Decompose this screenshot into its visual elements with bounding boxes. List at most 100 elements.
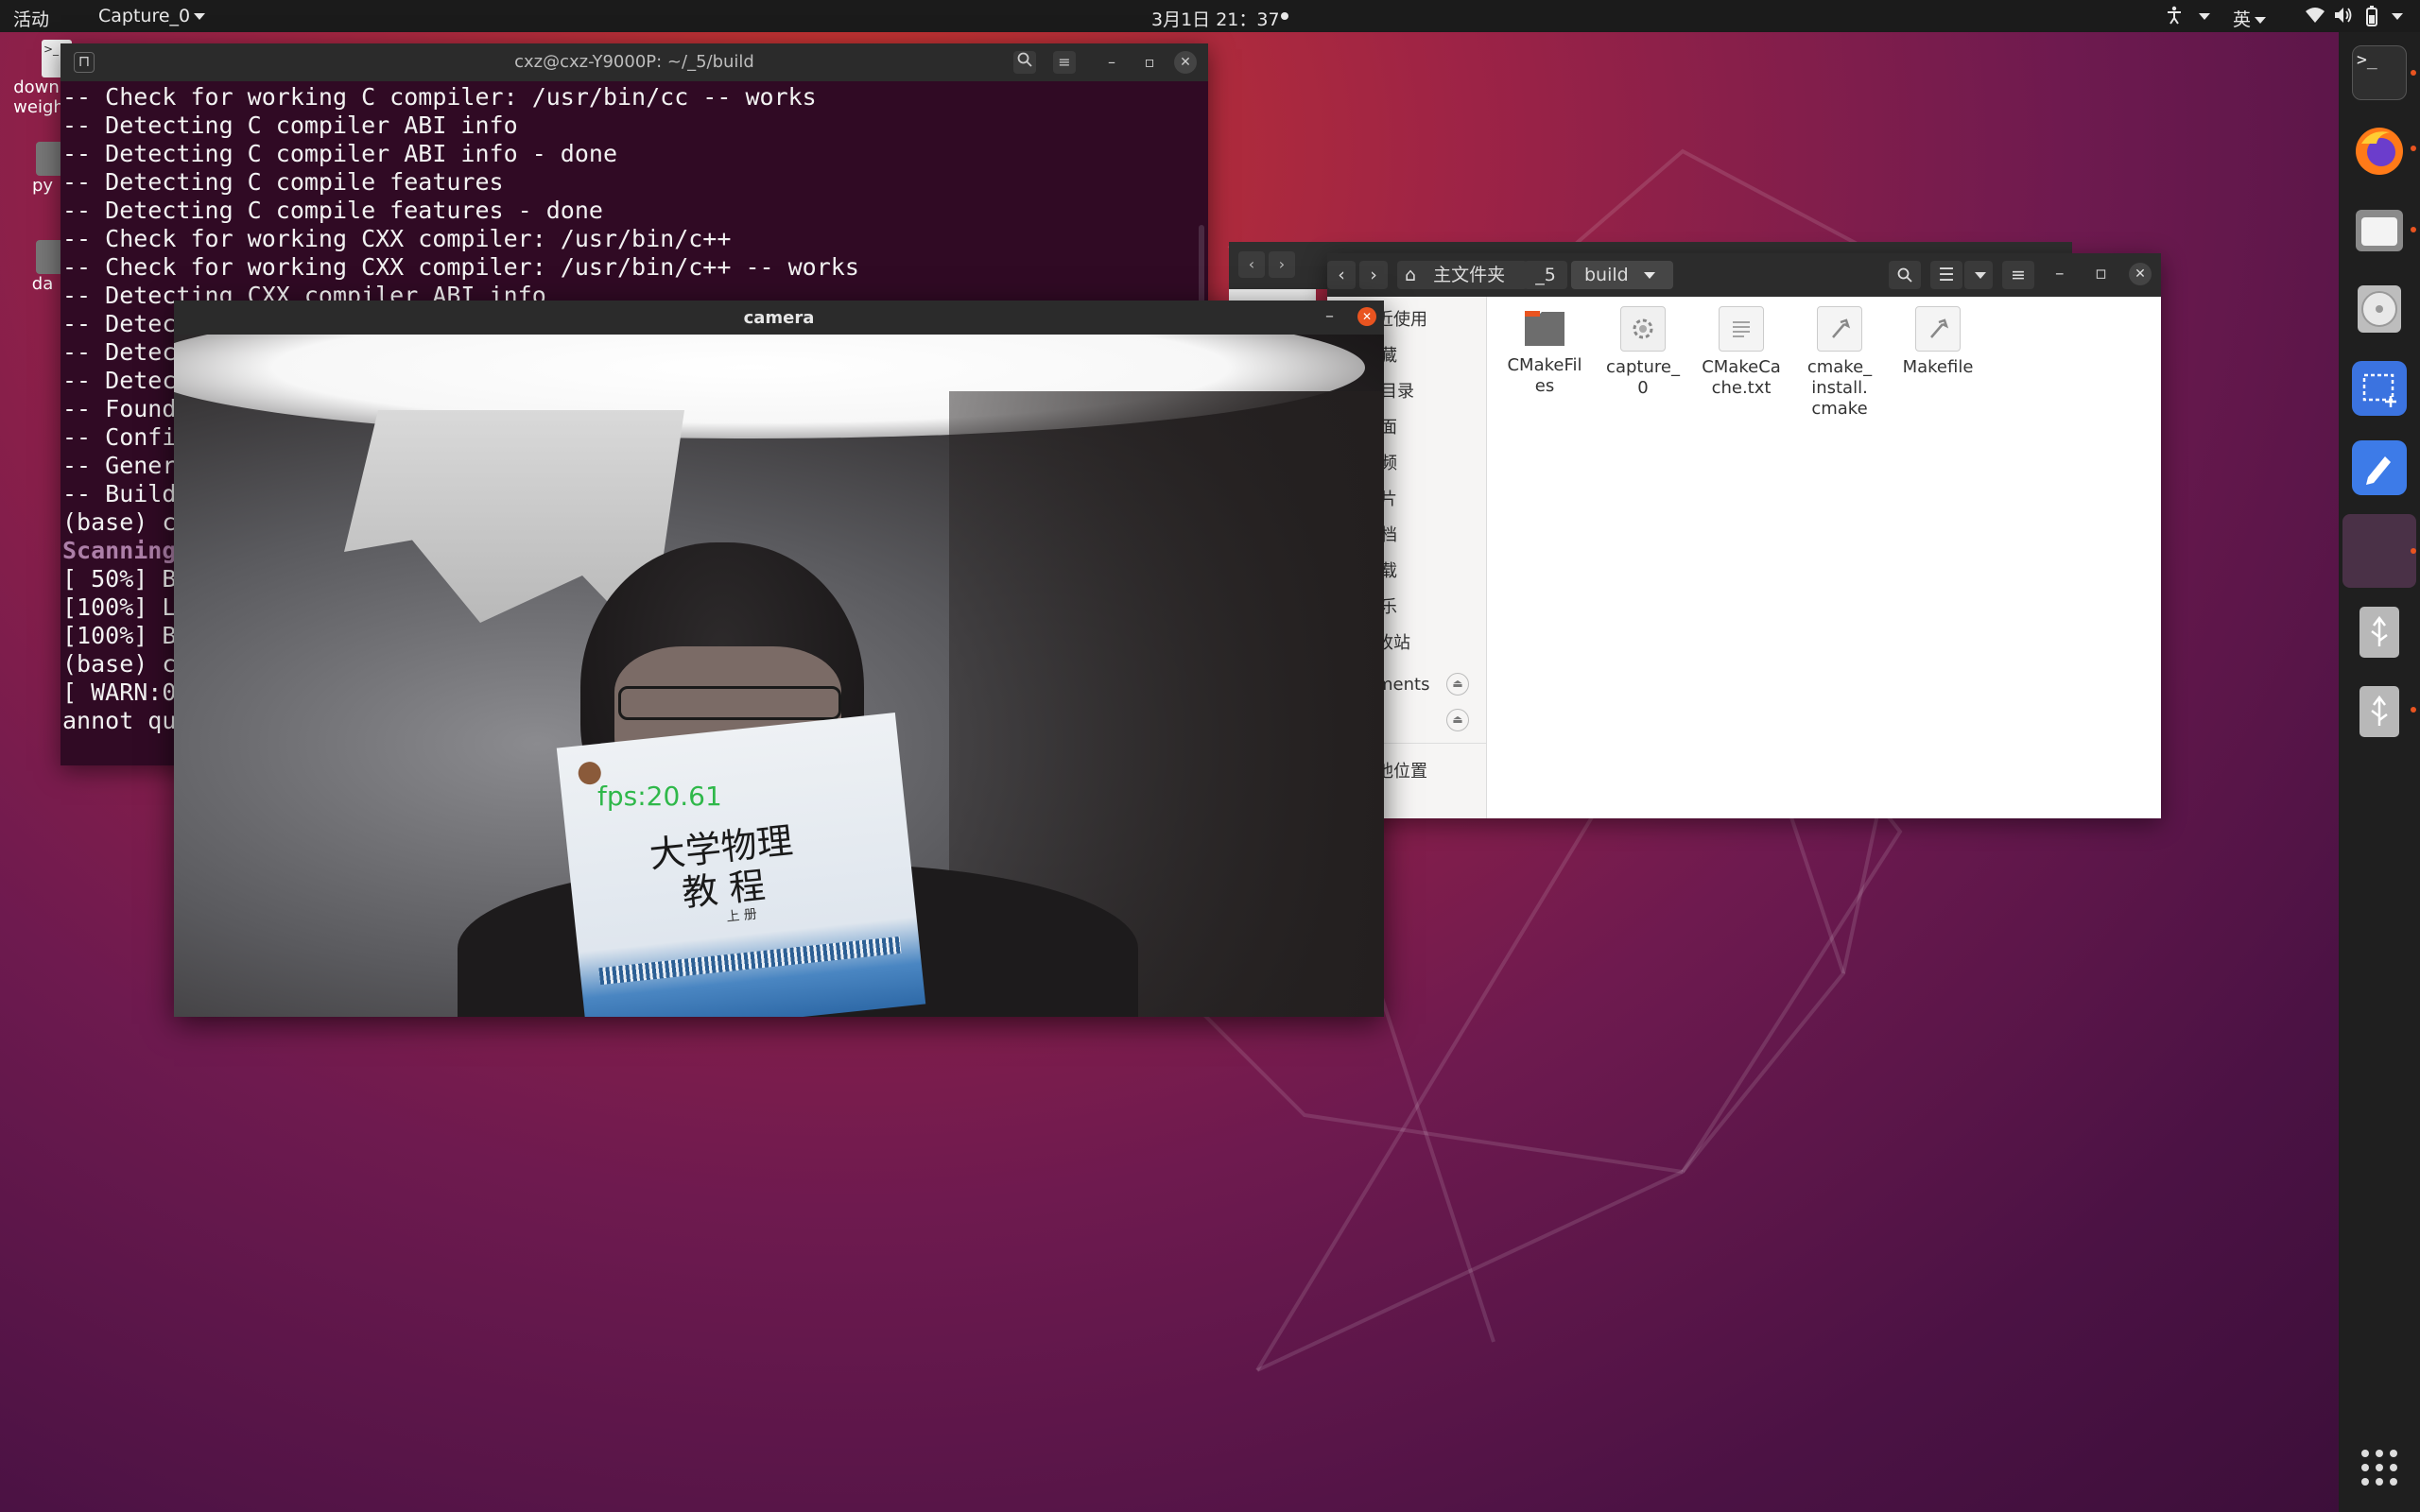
terminal-line: -- Confi <box>62 423 177 451</box>
search-icon[interactable] <box>1889 261 1921 289</box>
dock-usb-drive-icon[interactable] <box>2352 605 2407 660</box>
minimize-icon[interactable]: – <box>2055 263 2065 284</box>
back-icon[interactable]: ‹ <box>1238 251 1265 278</box>
dock-firefox-icon[interactable] <box>2352 123 2407 178</box>
dock-screenshot-icon[interactable] <box>2352 361 2407 416</box>
terminal-line: -- Detec <box>62 338 177 366</box>
running-indicator-icon <box>2411 146 2416 151</box>
chevron-down-icon <box>2255 17 2267 24</box>
executable-icon <box>1620 306 1666 352</box>
accessibility-icon[interactable] <box>2165 6 2184 29</box>
terminal-line: -- Detecting C compiler ABI info <box>62 112 518 139</box>
file-label: CMakeCa che.txt <box>1702 357 1781 398</box>
person-glasses <box>618 686 841 720</box>
show-apps-grid-icon[interactable] <box>2360 1448 2399 1487</box>
book-volume: 上 册 <box>725 906 758 925</box>
app-menu[interactable]: Capture_0 <box>98 6 206 26</box>
chevron-down-icon <box>2392 13 2403 20</box>
close-icon[interactable]: ✕ <box>1357 307 1376 326</box>
minimize-icon[interactable]: – <box>1325 306 1334 326</box>
wifi-icon[interactable] <box>2305 6 2325 29</box>
close-icon[interactable]: ✕ <box>2129 263 2152 285</box>
running-indicator-icon <box>2411 548 2416 554</box>
dock-terminal-icon[interactable]: >_ <box>2352 45 2407 100</box>
clock[interactable]: 3月1日 21：37 <box>1151 6 1280 31</box>
terminal-line: -- Check for working CXX compiler: /usr/… <box>62 225 732 252</box>
terminal-line: -- Detecting C compile features - done <box>62 197 603 224</box>
input-method-indicator[interactable]: 英 <box>2233 6 2267 31</box>
camera-window[interactable]: camera – ✕ 大学物理 教 程 上 册 fps:20.61 <box>174 301 1384 1017</box>
file-item-makefile[interactable]: Makefile <box>1887 306 1989 378</box>
book-stripe-decoration <box>598 936 902 986</box>
sidebar-item-other-locations[interactable]: 他位置 <box>1376 758 1427 782</box>
terminal-line: -- Detec <box>62 310 177 337</box>
camera-video-feed: 大学物理 教 程 上 册 fps:20.61 <box>174 335 1384 1017</box>
terminal-line: annot qu <box>62 707 177 734</box>
dock-camera-app-icon[interactable] <box>2342 514 2416 588</box>
terminal-line: -- Check for working CXX compiler: /usr/… <box>62 253 859 281</box>
activities-button[interactable]: 活动 <box>13 6 49 31</box>
terminal-line: (base) c <box>62 508 177 536</box>
input-method-label: 英 <box>2233 9 2252 30</box>
terminal-line: [100%] B <box>62 622 177 649</box>
text-file-icon <box>1719 306 1764 352</box>
view-options-chevron-icon[interactable] <box>1964 261 1993 289</box>
forward-icon[interactable]: › <box>1359 261 1388 289</box>
maximize-icon[interactable]: ▫ <box>1138 51 1161 74</box>
terminal-line: -- Detecting C compiler ABI info - done <box>62 140 617 167</box>
camera-titlebar[interactable]: camera – ✕ <box>174 301 1384 335</box>
sidebar-item-recent[interactable]: 近使用 <box>1376 306 1427 331</box>
terminal-line: (base) c <box>62 650 177 678</box>
terminal-line: [100%] L <box>62 593 177 621</box>
terminal-line: Scanning <box>62 537 177 564</box>
file-item-cmakefiles[interactable]: CMakeFil es <box>1494 306 1596 397</box>
file-manager-window[interactable]: ‹ › ⌂ 主文件夹 _5 build ☰ ≡ – ▫ ✕ 近使用 藏 目录 面… <box>1327 253 2161 818</box>
terminal-line: -- Found <box>62 395 177 422</box>
file-item-cmakecache[interactable]: CMakeCa che.txt <box>1690 306 1792 399</box>
book-cover: 大学物理 教 程 上 册 <box>556 713 926 1017</box>
path-home-button[interactable]: ⌂ 主文件夹 <box>1397 261 1528 289</box>
dock-usb-drive-icon[interactable] <box>2352 684 2407 739</box>
dock-disc-icon[interactable] <box>2352 282 2407 336</box>
search-icon[interactable] <box>1013 51 1036 74</box>
script-file-icon <box>1915 306 1961 352</box>
forward-icon[interactable]: › <box>1269 251 1295 278</box>
dock-files-icon[interactable] <box>2352 202 2407 257</box>
running-indicator-icon <box>2411 70 2416 76</box>
terminal-titlebar[interactable]: ⊓ cxz@cxz-Y9000P: ~/_5/build ≡ – ▫ ✕ <box>60 43 1208 81</box>
running-indicator-icon <box>2411 707 2416 713</box>
file-item-capture-0[interactable]: capture_ 0 <box>1592 306 1694 399</box>
fps-overlay: fps:20.61 <box>597 781 722 812</box>
terminal-line: -- Detec <box>62 367 177 394</box>
file-manager-headerbar[interactable]: ‹ › ⌂ 主文件夹 _5 build ☰ ≡ – ▫ ✕ <box>1327 253 2161 297</box>
file-label: Makefile <box>1902 357 1974 377</box>
list-view-icon[interactable]: ☰ <box>1930 261 1962 289</box>
file-label: CMakeFil es <box>1507 355 1582 396</box>
eject-icon[interactable]: ⏏ <box>1446 673 1469 696</box>
terminal-line: -- Build <box>62 480 177 507</box>
chevron-down-icon <box>1643 272 1655 279</box>
terminal-line: [ WARN:0 <box>62 679 177 706</box>
file-item-cmake-install[interactable]: cmake_ install. cmake <box>1789 306 1891 420</box>
hamburger-menu-icon[interactable]: ≡ <box>1053 51 1076 74</box>
path-segment-button[interactable]: _5 <box>1524 261 1567 289</box>
volume-icon[interactable] <box>2333 6 2354 29</box>
maximize-icon[interactable]: ▫ <box>2095 263 2107 284</box>
close-icon[interactable]: ✕ <box>1174 51 1197 74</box>
path-current-button[interactable]: build <box>1571 261 1673 289</box>
sidebar-item-mounted-drive[interactable]: ments <box>1376 675 1429 695</box>
notification-dot-icon <box>1281 12 1288 20</box>
minimize-icon[interactable]: – <box>1100 51 1123 74</box>
hamburger-menu-icon[interactable]: ≡ <box>2002 261 2034 289</box>
back-icon[interactable]: ‹ <box>1327 261 1356 289</box>
folder-icon <box>1523 306 1566 350</box>
camera-title: camera <box>743 308 815 328</box>
sidebar-item-home[interactable]: 目录 <box>1380 378 1414 403</box>
battery-icon[interactable] <box>2365 6 2378 31</box>
dock-text-editor-icon[interactable] <box>2352 440 2407 495</box>
file-label: cmake_ install. cmake <box>1806 357 1873 419</box>
top-bar: 活动 Capture_0 3月1日 21：37 英 <box>0 0 2420 32</box>
eject-icon[interactable]: ⏏ <box>1446 709 1469 731</box>
terminal-line: -- Detecting C compile features <box>62 168 504 196</box>
terminal-line: -- Gener <box>62 452 177 479</box>
